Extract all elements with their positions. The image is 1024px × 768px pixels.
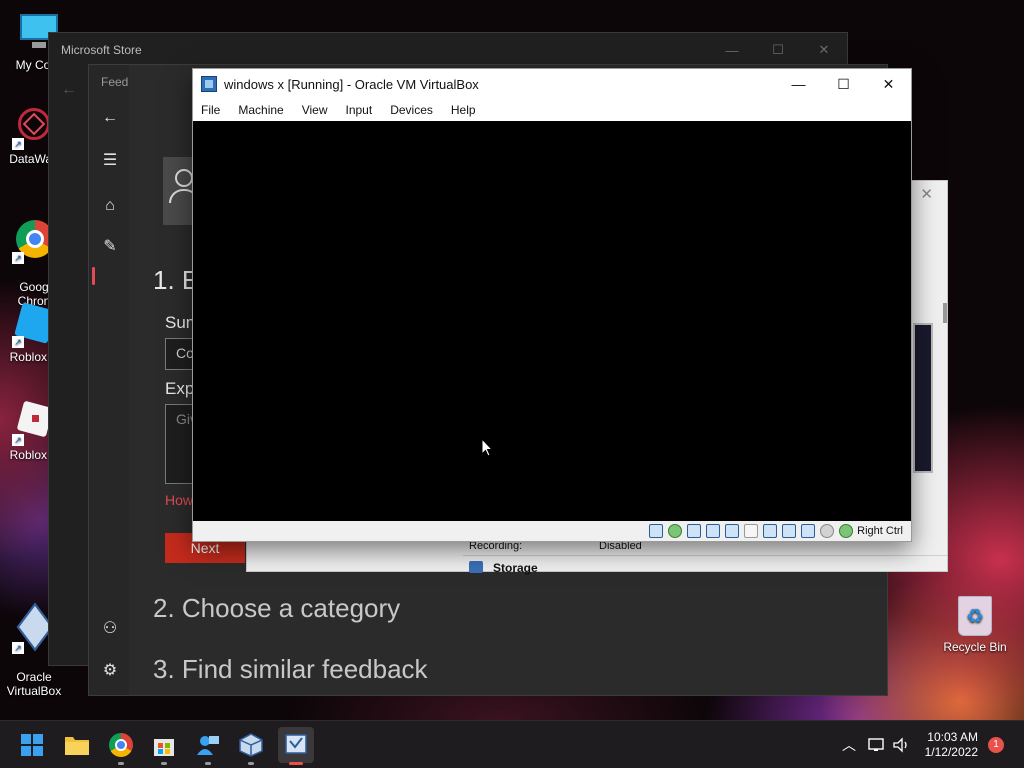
vm-menubar: File Machine View Input Devices Help — [193, 99, 911, 121]
menu-machine[interactable]: Machine — [238, 103, 283, 117]
recycle-bin-icon: ♻ — [958, 596, 992, 636]
shortcut-arrow-icon: ↗ — [12, 138, 24, 150]
vm-statusbar: Right Ctrl — [193, 521, 911, 541]
running-indicator — [205, 762, 211, 765]
virtualbox-vm-window: windows x [Running] - Oracle VM VirtualB… — [192, 68, 912, 542]
menu-input[interactable]: Input — [346, 103, 373, 117]
menu-devices[interactable]: Devices — [390, 103, 433, 117]
running-indicator — [161, 762, 167, 765]
back-arrow-icon[interactable]: ← — [61, 81, 77, 99]
menu-view[interactable]: View — [302, 103, 328, 117]
recycle-bin-label: Recycle Bin — [943, 640, 1007, 654]
network-icon[interactable] — [706, 524, 721, 538]
virtualbox-vm-icon — [285, 734, 307, 754]
running-indicator — [118, 762, 124, 765]
desktop-icon-label: Oracle VirtualBox — [6, 670, 62, 698]
storage-heading[interactable]: Storage — [493, 561, 538, 575]
audio-icon[interactable] — [687, 524, 702, 538]
step-3-heading[interactable]: 3. Find similar feedback — [153, 654, 428, 685]
taskbar-vm-window[interactable] — [278, 727, 314, 765]
explain-label: Exp — [165, 379, 195, 398]
taskbar-microsoft-store[interactable] — [146, 727, 182, 765]
mouse-cursor-icon — [481, 438, 493, 457]
mouse-integration-icon[interactable] — [820, 524, 835, 538]
vm-display[interactable] — [193, 121, 911, 521]
feedback-hub-nav: ← ☰ ⌂ ✎ ⚇ ⚙ — [89, 95, 129, 695]
clock-time: 10:03 AM — [927, 730, 978, 744]
vm-preview-thumbnail — [913, 323, 933, 473]
store-title: Microsoft Store — [61, 43, 142, 57]
virtualization-icon[interactable] — [801, 524, 816, 538]
shortcut-arrow-icon: ↗ — [12, 642, 24, 654]
running-indicator — [289, 762, 303, 765]
taskbar-chrome[interactable] — [103, 727, 139, 765]
vm-window-title: windows x [Running] - Oracle VM VirtualB… — [224, 76, 479, 92]
feedback-icon[interactable]: ✎ — [99, 235, 121, 257]
show-hidden-icons-chevron-icon[interactable]: ︿ — [842, 721, 856, 768]
system-clock[interactable]: 10:03 AM 1/12/2022 — [925, 730, 978, 760]
section-divider — [463, 555, 947, 556]
taskbar-file-explorer[interactable] — [59, 727, 95, 763]
volume-icon[interactable] — [893, 721, 911, 768]
desktop-icon-recycle-bin[interactable]: ♻ Recycle Bin — [940, 596, 1010, 654]
usb-icon[interactable] — [725, 524, 740, 538]
store-window-controls: — ☐ ✕ — [709, 33, 847, 67]
host-key-label: Right Ctrl — [857, 525, 903, 537]
nav-selection-indicator — [92, 267, 95, 285]
scrollbar-thumb[interactable] — [943, 303, 947, 323]
storage-icon — [469, 561, 483, 573]
vm-window-controls: — ☐ ✕ — [776, 69, 911, 99]
close-icon[interactable]: ✕ — [920, 185, 933, 203]
shortcut-arrow-icon: ↗ — [12, 336, 24, 348]
back-arrow-icon[interactable]: ← — [99, 107, 121, 129]
start-button[interactable] — [14, 727, 50, 763]
clock-date: 1/12/2022 — [924, 745, 978, 759]
taskbar-feedback-hub[interactable] — [190, 727, 226, 765]
shortcut-arrow-icon: ↗ — [12, 434, 24, 446]
virtualbox-icon — [239, 733, 263, 757]
taskbar: ︿ 10:03 AM 1/12/2022 1 — [0, 720, 1024, 768]
shared-folders-icon[interactable] — [744, 524, 759, 538]
close-button[interactable]: ✕ — [801, 33, 847, 67]
running-indicator — [248, 762, 254, 765]
menu-help[interactable]: Help — [451, 103, 476, 117]
settings-gear-icon[interactable]: ⚙ — [99, 659, 121, 681]
hamburger-menu-icon[interactable]: ☰ — [99, 149, 121, 171]
network-monitor-icon[interactable] — [868, 721, 886, 768]
folder-icon — [65, 737, 89, 755]
feedback-hub-icon — [197, 736, 219, 755]
minimize-button[interactable]: — — [709, 33, 755, 67]
notification-badge[interactable]: 1 — [988, 737, 1004, 753]
virtualbox-app-icon — [201, 76, 217, 92]
shortcut-arrow-icon: ↗ — [12, 252, 24, 264]
how-to-link[interactable]: How — [165, 492, 193, 508]
video-capture-icon[interactable] — [782, 524, 797, 538]
maximize-button[interactable]: ☐ — [755, 33, 801, 67]
store-bag-icon — [154, 739, 174, 756]
optical-drive-icon[interactable] — [668, 524, 683, 538]
taskbar-virtualbox[interactable] — [233, 727, 269, 765]
add-user-icon[interactable]: ⚇ — [99, 617, 121, 639]
hard-disk-icon[interactable] — [649, 524, 664, 538]
maximize-button[interactable]: ☐ — [821, 69, 866, 99]
home-icon[interactable]: ⌂ — [99, 195, 121, 217]
minimize-button[interactable]: — — [776, 69, 821, 99]
menu-file[interactable]: File — [201, 103, 220, 117]
display-icon[interactable] — [763, 524, 778, 538]
close-button[interactable]: ✕ — [866, 69, 911, 99]
chrome-icon — [109, 733, 133, 757]
step-2-heading[interactable]: 2. Choose a category — [153, 593, 400, 624]
host-key-arrow-icon[interactable] — [839, 524, 854, 538]
windows-logo-icon — [21, 734, 43, 756]
